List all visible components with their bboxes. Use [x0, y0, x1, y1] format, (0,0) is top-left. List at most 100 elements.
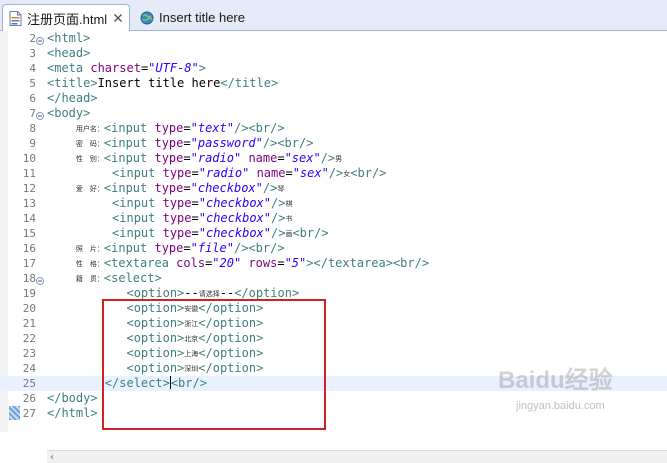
tag-token: ></textarea><br/> [306, 256, 430, 270]
attribute-token: charset [90, 61, 141, 75]
tag-token: /> [262, 181, 278, 195]
code-line[interactable]: 4 <meta charset="UTF-8"> [0, 61, 667, 76]
text-token: = [277, 151, 285, 165]
code-line[interactable]: 3 <head> [0, 46, 667, 61]
text-token: 籍 贯： [75, 275, 104, 283]
tag-token: <input [112, 211, 163, 225]
tag-token: <title> [47, 76, 98, 90]
tag-token: <input [112, 196, 163, 210]
code-line[interactable]: 17 性 格：<textarea cols="20" rows="5"></te… [0, 256, 667, 271]
fold-minus-icon[interactable] [36, 109, 44, 120]
text-token: 爱 好： [75, 185, 104, 193]
line-number: 17 [22, 257, 36, 270]
tag-token: /><br/> [262, 136, 314, 150]
code-text: 用户名：<input type="text"/><br/> [47, 121, 285, 137]
close-icon[interactable] [111, 11, 125, 25]
text-token: = [183, 136, 191, 150]
line-number: 7 [29, 107, 36, 120]
tag-token: <input [103, 151, 155, 165]
value-token: "5" [284, 256, 307, 270]
line-number: 11 [22, 167, 36, 180]
code-line[interactable]: 15 <input type="checkbox"/>画<br/> [0, 226, 667, 241]
attribute-token: type [162, 211, 192, 225]
value-token: "checkbox" [198, 211, 271, 225]
line-number: 3 [29, 47, 36, 60]
attribute-token: type [154, 241, 184, 255]
globe-icon [140, 11, 154, 25]
tab-register-page-html[interactable]: 注册页面.html [2, 4, 130, 31]
tag-token: <input [103, 241, 155, 255]
baidu-watermark: Baidu经验 jingyan.baidu.com [498, 360, 663, 420]
value-token: "UTF-8" [148, 61, 199, 75]
code-text: <input type="radio" name="sex"/>女<br/> [47, 166, 386, 182]
code-line[interactable]: 23 <option>上海</option> [0, 346, 667, 361]
code-text: <input type="checkbox"/>书 [47, 211, 292, 227]
attribute-token: type [162, 226, 192, 240]
code-text: </html> [47, 406, 98, 421]
code-line[interactable]: 14 <input type="checkbox"/>书 [0, 211, 667, 226]
line-number: 14 [22, 212, 36, 225]
fold-minus-icon[interactable] [36, 274, 44, 285]
tag-token: <head> [47, 46, 91, 60]
value-token: "radio" [198, 166, 250, 180]
editor-tab-bar: 注册页面.html Insert title here [0, 0, 667, 31]
line-number: 13 [22, 197, 36, 210]
tag-token: /> [328, 166, 344, 180]
scroll-left-arrow-icon[interactable]: ‹ [50, 452, 54, 463]
code-line[interactable]: 11 <input type="radio" name="sex"/>女<br/… [0, 166, 667, 181]
value-token: "radio" [190, 151, 242, 165]
tag-token: <br/> [292, 226, 329, 240]
text-token: Insert title here [97, 76, 221, 90]
code-line[interactable]: 9 密 码：<input type="password"/><br/> [0, 136, 667, 151]
code-text: 籍 贯：<select> [47, 271, 162, 287]
code-line[interactable]: 18 籍 贯：<select> [0, 271, 667, 286]
code-line[interactable]: 12 爱 好：<input type="checkbox"/>琴 [0, 181, 667, 196]
tab-insert-title-here[interactable]: Insert title here [136, 4, 296, 31]
code-line[interactable]: 20 <option>安徽</option> [0, 301, 667, 316]
text-token: 性 格： [75, 260, 104, 268]
text-token: = [191, 166, 199, 180]
text-token: 男 [335, 155, 343, 163]
watermark-url: jingyan.baidu.com [516, 400, 605, 412]
line-number: 24 [22, 362, 36, 375]
code-line[interactable]: 8 用户名：<input type="text"/><br/> [0, 121, 667, 136]
text-token: = [191, 196, 199, 210]
tag-token: </body> [47, 391, 98, 405]
code-line[interactable]: 16 照 片：<input type="file"/><br/> [0, 241, 667, 256]
tag-token: /><br/> [233, 121, 285, 135]
code-line[interactable]: 2 <html> [0, 31, 667, 46]
fold-minus-icon[interactable] [36, 34, 44, 45]
text-token: = [191, 211, 199, 225]
code-line[interactable]: 6 </head> [0, 91, 667, 106]
code-line[interactable]: 19 <option>--请选择--</option> [0, 286, 667, 301]
html-file-icon [9, 10, 22, 26]
code-text: 照 片：<input type="file"/><br/> [47, 241, 285, 257]
text-token: = [285, 166, 293, 180]
text-token: 琴 [277, 185, 285, 193]
line-number: 8 [29, 122, 36, 135]
code-line[interactable]: 13 <input type="checkbox"/>棋 [0, 196, 667, 211]
text-token: = [183, 121, 191, 135]
line-number: 4 [29, 62, 36, 75]
tag-token: <input [103, 121, 155, 135]
text-token: = [183, 181, 191, 195]
attribute-token: name [256, 166, 286, 180]
tag-token: > [198, 61, 206, 75]
tag-token: </option> [234, 286, 300, 300]
code-line[interactable]: 22 <option>北京</option> [0, 331, 667, 346]
attribute-token: cols [176, 256, 206, 270]
tag-token: /> [271, 196, 286, 210]
code-line[interactable]: 10 性 别：<input type="radio" name="sex"/>男 [0, 151, 667, 166]
code-line[interactable]: 21 <option>浙江</option> [0, 316, 667, 331]
line-number: 16 [22, 242, 36, 255]
tag-token: /> [271, 226, 286, 240]
code-line[interactable]: 7 <body> [0, 106, 667, 121]
horizontal-scrollbar[interactable]: ‹ [47, 450, 667, 463]
value-token: "sex" [284, 151, 321, 165]
code-line[interactable]: 5 <title>Insert title here</title> [0, 76, 667, 91]
tag-token: <option> [126, 286, 185, 300]
